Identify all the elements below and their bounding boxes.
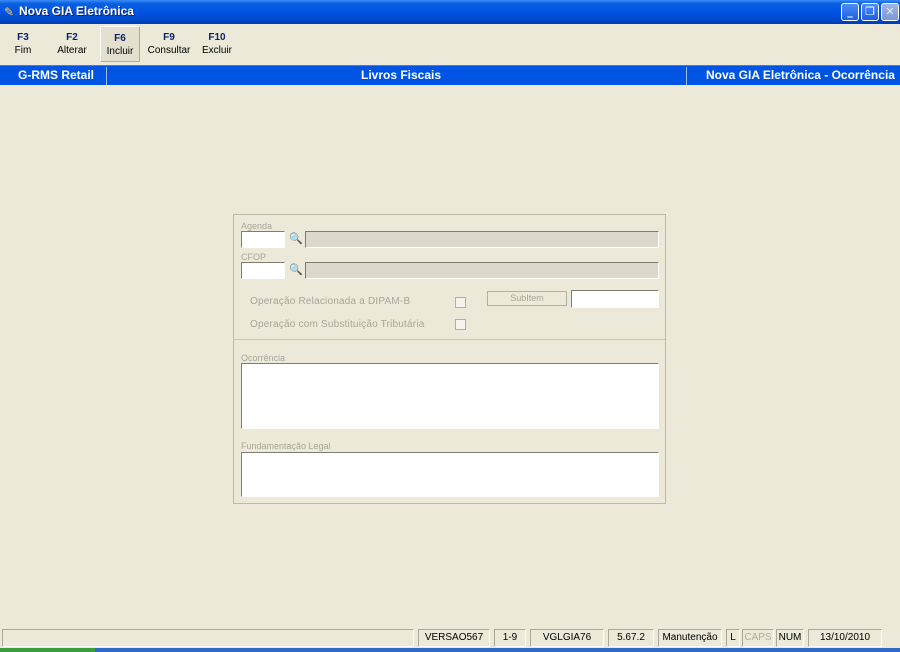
agenda-label: Agenda xyxy=(241,221,273,231)
status-date: 13/10/2010 xyxy=(808,629,882,647)
dipam-checkbox[interactable] xyxy=(455,297,466,308)
status-message xyxy=(2,629,414,647)
binoculars-icon[interactable]: 🔍 xyxy=(287,262,305,279)
excluir-key: F10 xyxy=(208,32,226,43)
status-version-number: 5.67.2 xyxy=(608,629,654,647)
subitem-button[interactable]: SubItem xyxy=(487,291,567,306)
cfop-code-input[interactable] xyxy=(241,262,285,279)
ocorrencia-textarea[interactable] xyxy=(241,363,659,429)
excluir-label: Excluir xyxy=(201,45,232,56)
alterar-button[interactable]: F2 Alterar xyxy=(53,26,91,62)
restore-button[interactable]: ❐ xyxy=(861,3,879,21)
fim-key: F3 xyxy=(17,32,29,43)
cfop-label: CFOP xyxy=(241,252,267,262)
alterar-key: F2 xyxy=(66,32,78,43)
close-button[interactable]: ✕ xyxy=(881,3,899,21)
header-bar: G-RMS Retail Livros Fiscais Nova GIA Ele… xyxy=(0,65,900,85)
agenda-description-field xyxy=(305,231,659,248)
header-system: G-RMS Retail xyxy=(18,68,95,82)
substituicao-tributaria-label: Operação com Substituição Tributária xyxy=(250,319,425,330)
status-num-indicator: NUM xyxy=(776,629,804,647)
window-title: Nova GIA Eletrônica xyxy=(19,4,134,18)
status-l-indicator: L xyxy=(726,629,740,647)
header-module: Livros Fiscais xyxy=(361,68,442,82)
status-mode: Manutenção xyxy=(658,629,722,647)
status-bar: VERSAO567 1-9 VGLGIA76 5.67.2 Manutenção… xyxy=(0,628,900,648)
incluir-label: Incluir xyxy=(106,46,134,57)
dipam-label: Operação Relacionada a DIPAM-B xyxy=(250,296,411,307)
fim-button[interactable]: F3 Fim xyxy=(8,26,38,62)
consultar-key: F9 xyxy=(163,32,175,43)
incluir-button[interactable]: F6 Incluir xyxy=(100,26,140,62)
fundamentacao-legal-label: Fundamentação Legal xyxy=(241,441,331,451)
fim-label: Fim xyxy=(14,45,32,56)
incluir-key: F6 xyxy=(114,33,126,44)
title-bar[interactable]: ✎ Nova GIA Eletrônica _ ❐ ✕ xyxy=(0,0,900,24)
status-versao: VERSAO567 xyxy=(418,629,490,647)
ocorrencia-label: Ocorrência xyxy=(241,353,286,363)
header-divider xyxy=(686,67,687,85)
binoculars-icon[interactable]: 🔍 xyxy=(287,231,305,248)
start-button-edge[interactable] xyxy=(0,648,95,652)
substituicao-tributaria-checkbox[interactable] xyxy=(455,319,466,330)
function-key-toolbar: F3 Fim F2 Alterar F6 Incluir F9 Consulta… xyxy=(0,24,900,64)
alterar-label: Alterar xyxy=(57,45,87,56)
consultar-button[interactable]: F9 Consultar xyxy=(145,26,193,62)
status-program: VGLGIA76 xyxy=(530,629,604,647)
header-divider xyxy=(106,67,107,85)
taskbar-strip xyxy=(0,648,900,652)
minimize-button[interactable]: _ xyxy=(841,3,859,21)
cfop-description-field xyxy=(305,262,659,279)
status-range: 1-9 xyxy=(494,629,526,647)
ocorrencia-form-panel: Agenda 🔍 CFOP 🔍 Operação Relacionada a D… xyxy=(233,214,666,504)
header-screen: Nova GIA Eletrônica - Ocorrência xyxy=(706,68,895,82)
app-icon: ✎ xyxy=(4,5,15,19)
fundamentacao-legal-textarea[interactable] xyxy=(241,452,659,497)
agenda-code-input[interactable] xyxy=(241,231,285,248)
excluir-button[interactable]: F10 Excluir xyxy=(198,26,236,62)
consultar-label: Consultar xyxy=(147,45,191,56)
subitem-input[interactable] xyxy=(571,290,659,308)
status-caps-indicator: CAPS xyxy=(742,629,774,647)
section-divider xyxy=(234,339,665,340)
